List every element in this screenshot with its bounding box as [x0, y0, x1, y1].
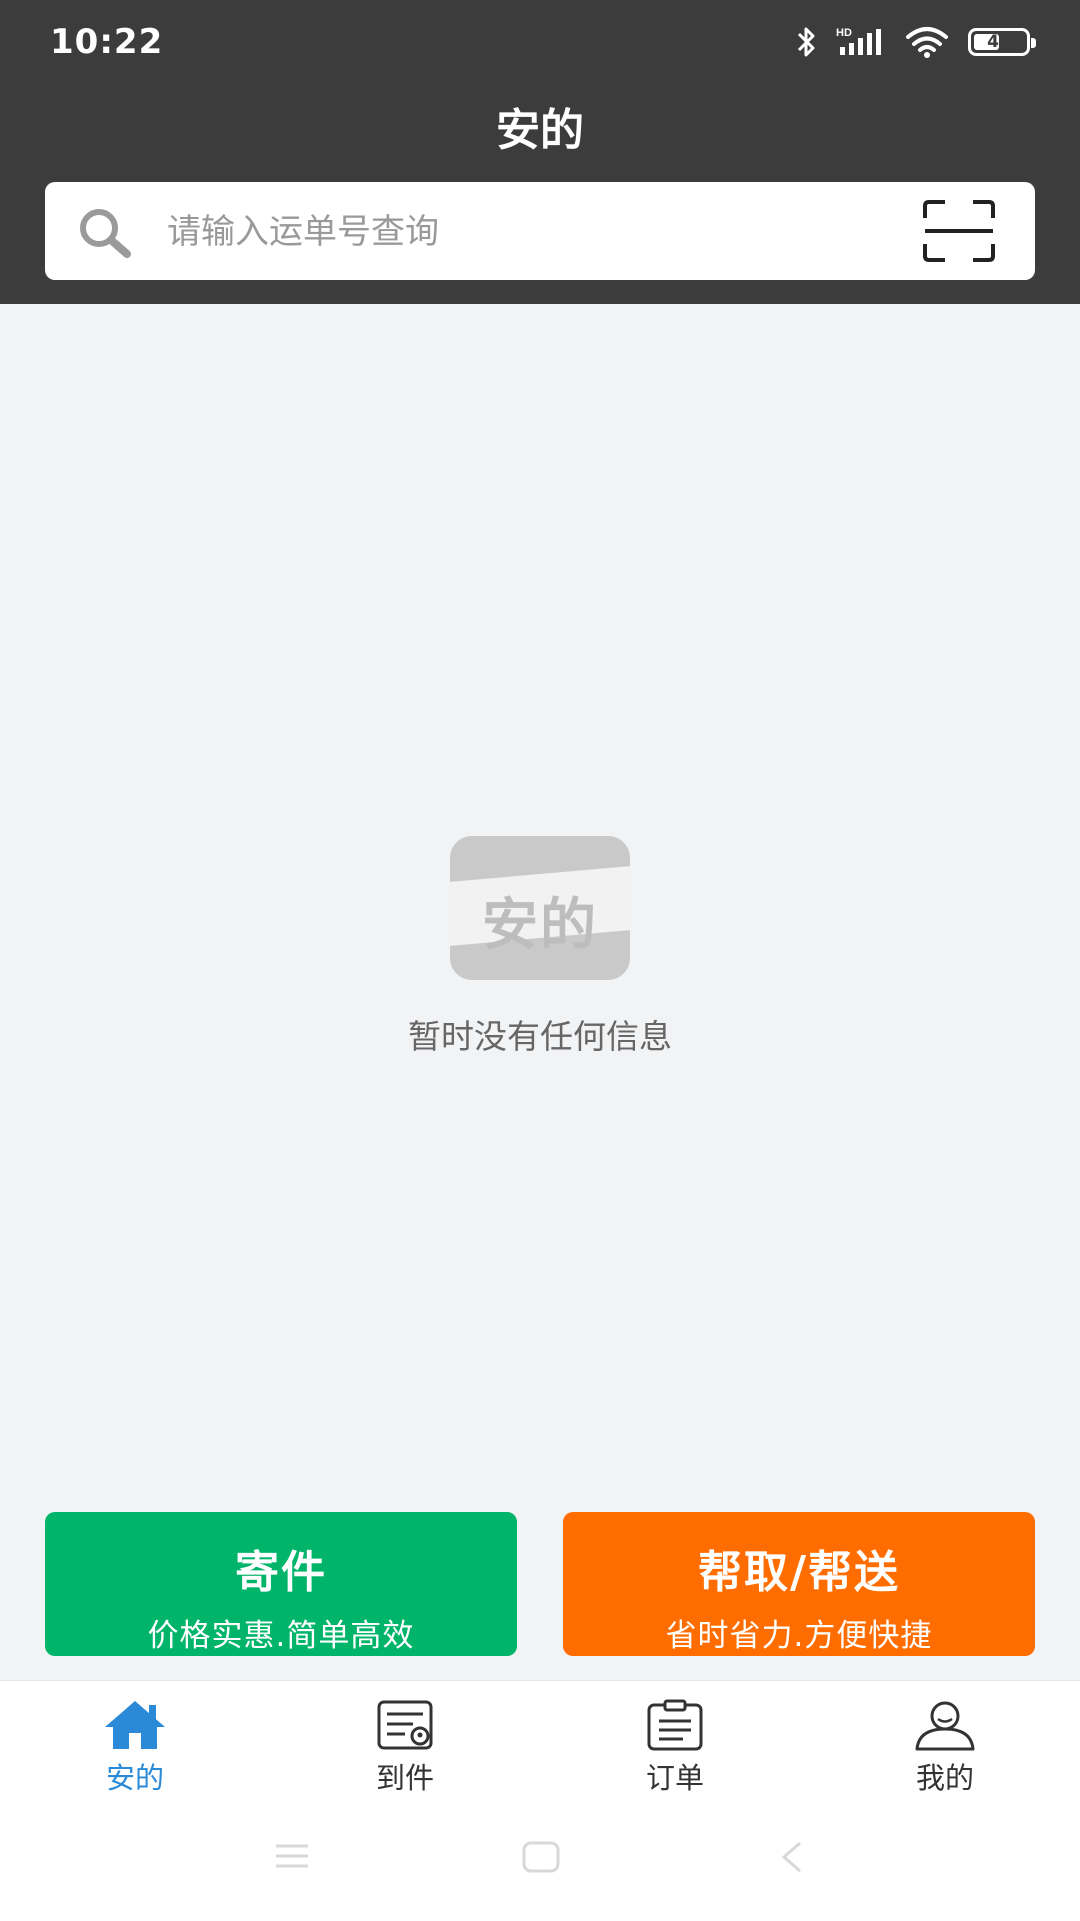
home-icon — [105, 1701, 165, 1749]
tab-arrivals[interactable]: 到件 — [270, 1699, 540, 1799]
battery-icon: 47 — [968, 28, 1036, 56]
tab-home-label: 安的 — [105, 1761, 164, 1795]
bluetooth-icon — [797, 27, 815, 57]
signal-hd-label: HD — [836, 27, 852, 39]
status-time: 10:22 — [50, 22, 164, 62]
search-icon — [80, 209, 131, 258]
tab-mine-label: 我的 — [915, 1761, 974, 1795]
pickup-delivery-button[interactable]: 帮取/帮送 省时省力.方便快捷 — [563, 1512, 1035, 1656]
signal-icon: HD — [836, 27, 881, 55]
status-bar: 10:22 HD 47 — [0, 0, 1080, 84]
page-title: 安的 — [496, 105, 584, 156]
search-bar[interactable] — [45, 182, 1035, 280]
tab-orders[interactable]: 订单 — [540, 1699, 810, 1799]
battery-level: 47 — [987, 32, 1011, 52]
back-icon[interactable] — [778, 1841, 804, 1873]
empty-logo-text: 安的 — [482, 893, 598, 958]
status-icons: HD 47 — [796, 22, 1036, 62]
tab-arrivals-label: 到件 — [375, 1761, 434, 1795]
waybill-search-input[interactable] — [165, 202, 929, 262]
send-package-title: 寄件 — [235, 1547, 327, 1598]
empty-logo: 安的 — [450, 836, 630, 980]
empty-message: 暂时没有任何信息 — [408, 1017, 672, 1056]
send-package-subtitle: 价格实惠.简单高效 — [147, 1618, 415, 1654]
tab-orders-label: 订单 — [645, 1761, 704, 1795]
pickup-delivery-title: 帮取/帮送 — [697, 1547, 901, 1598]
home-square-icon[interactable] — [522, 1841, 560, 1873]
empty-state: 安的 暂时没有任何信息 — [0, 836, 1080, 1058]
system-navigation-bar — [0, 1841, 1080, 1893]
tab-mine[interactable]: 我的 — [810, 1699, 1080, 1799]
scan-icon[interactable] — [923, 200, 995, 262]
user-icon — [915, 1701, 975, 1751]
pickup-delivery-subtitle: 省时省力.方便快捷 — [665, 1618, 933, 1654]
send-package-button[interactable]: 寄件 价格实惠.简单高效 — [45, 1512, 517, 1656]
clipboard-icon — [647, 1699, 703, 1751]
delivery-arrival-icon — [377, 1700, 433, 1750]
menu-icon[interactable] — [274, 1841, 310, 1871]
bottom-tab-bar: 安的 到件 订单 我的 — [0, 1680, 1080, 1921]
app-header: 10:22 HD 47 安的 请输入运单号查询 — [0, 0, 1080, 304]
wifi-icon — [906, 27, 948, 58]
tab-home[interactable]: 安的 — [0, 1699, 270, 1799]
